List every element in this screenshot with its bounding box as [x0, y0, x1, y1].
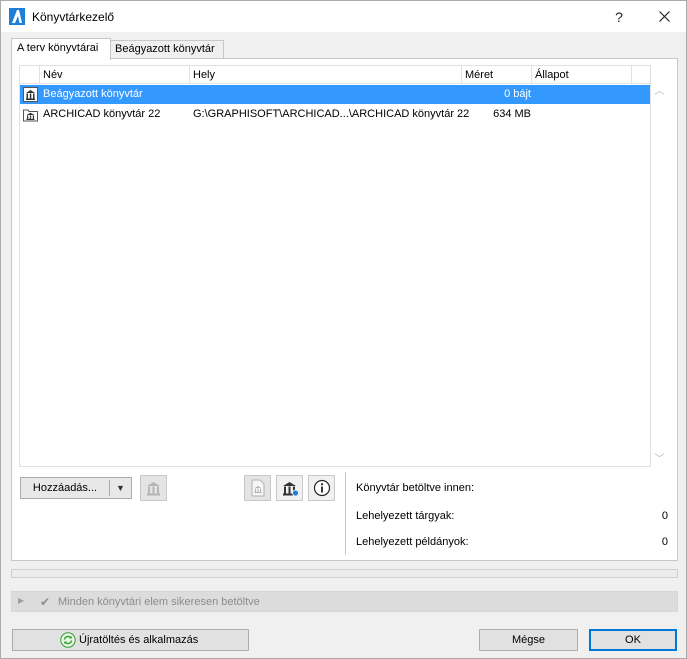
- tab-project-libraries[interactable]: A terv könyvtárai: [11, 38, 111, 60]
- column-header-size[interactable]: Méret: [462, 66, 532, 84]
- column-header-location[interactable]: Hely: [190, 66, 462, 84]
- scroll-up-arrow-icon[interactable]: ︿: [651, 83, 668, 100]
- library-icon: [23, 87, 38, 102]
- close-icon: [658, 11, 670, 22]
- placed-objects-label: Lehelyezett tárgyak:: [356, 510, 455, 522]
- tab-panel: Név Hely Méret Állapot Beágyazott könyvt…: [11, 58, 678, 561]
- library-document-button[interactable]: [244, 475, 271, 501]
- reload-and-apply-button[interactable]: Újratöltés és alkalmazás: [12, 629, 249, 651]
- column-header-state[interactable]: Állapot: [532, 66, 632, 84]
- row-size: 634 MB: [493, 108, 531, 120]
- row-size: 0 bájt: [504, 88, 531, 100]
- scroll-down-arrow-icon[interactable]: ﹀: [651, 451, 668, 468]
- help-button[interactable]: ?: [597, 1, 641, 32]
- add-dropdown-arrow-icon[interactable]: ▼: [110, 478, 131, 498]
- list-row-embedded[interactable]: Beágyazott könyvtár 0 bájt: [20, 85, 650, 104]
- archicad-app-icon: [9, 8, 25, 25]
- close-button[interactable]: [642, 1, 686, 32]
- expand-triangle-icon[interactable]: ▶: [18, 596, 24, 605]
- panel-divider: [345, 472, 346, 555]
- placed-instances-value: 0: [661, 536, 668, 548]
- status-message: Minden könyvtári elem sikeresen betöltve: [58, 596, 260, 608]
- add-button-label: Hozzáadás...: [32, 482, 98, 494]
- library-settings-icon: [282, 481, 299, 496]
- row-name: ARCHICAD könyvtár 22: [43, 108, 161, 120]
- list-scrollbar[interactable]: ︿ ﹀: [651, 83, 668, 468]
- library-info-button[interactable]: [308, 475, 335, 501]
- placed-instances-label: Lehelyezett példányok:: [356, 536, 469, 548]
- add-library-button[interactable]: Hozzáadás... ▼: [20, 477, 132, 499]
- title-bar: Könyvtárkezelő ?: [1, 1, 686, 32]
- checkmark-icon: ✔: [40, 595, 51, 609]
- column-header-icon[interactable]: [20, 66, 40, 84]
- remove-library-icon: [147, 481, 160, 495]
- remove-library-button[interactable]: [140, 475, 167, 501]
- loaded-from-label: Könyvtár betöltve innen:: [356, 482, 475, 494]
- progress-bar: [11, 569, 678, 578]
- library-document-icon: [251, 479, 264, 497]
- library-list: Név Hely Méret Állapot Beágyazott könyvt…: [19, 65, 651, 467]
- row-location: G:\GRAPHISOFT\ARCHICAD...\ARCHICAD könyv…: [193, 108, 470, 120]
- list-row-archicad-library[interactable]: ARCHICAD könyvtár 22 G:\GRAPHISOFT\ARCHI…: [20, 105, 650, 124]
- folder-library-icon: [23, 109, 38, 122]
- cancel-button[interactable]: Mégse: [479, 629, 578, 651]
- status-bar[interactable]: ▶ ✔ Minden könyvtári elem sikeresen betö…: [11, 591, 678, 612]
- info-icon: [313, 479, 330, 497]
- reload-button-label: Újratöltés és alkalmazás: [79, 634, 199, 646]
- list-header: Név Hely Méret Állapot: [20, 66, 650, 84]
- tab-embedded-library[interactable]: Beágyazott könyvtár: [110, 40, 224, 59]
- column-header-name[interactable]: Név: [40, 66, 190, 84]
- placed-objects-value: 0: [661, 510, 668, 522]
- window-title: Könyvtárkezelő: [32, 10, 115, 24]
- ok-button[interactable]: OK: [589, 629, 677, 651]
- row-name: Beágyazott könyvtár: [43, 88, 143, 100]
- library-settings-button[interactable]: [276, 475, 303, 501]
- library-manager-dialog: Könyvtárkezelő ? A terv könyvtárai Beágy…: [0, 0, 687, 659]
- reload-icon: [60, 632, 76, 648]
